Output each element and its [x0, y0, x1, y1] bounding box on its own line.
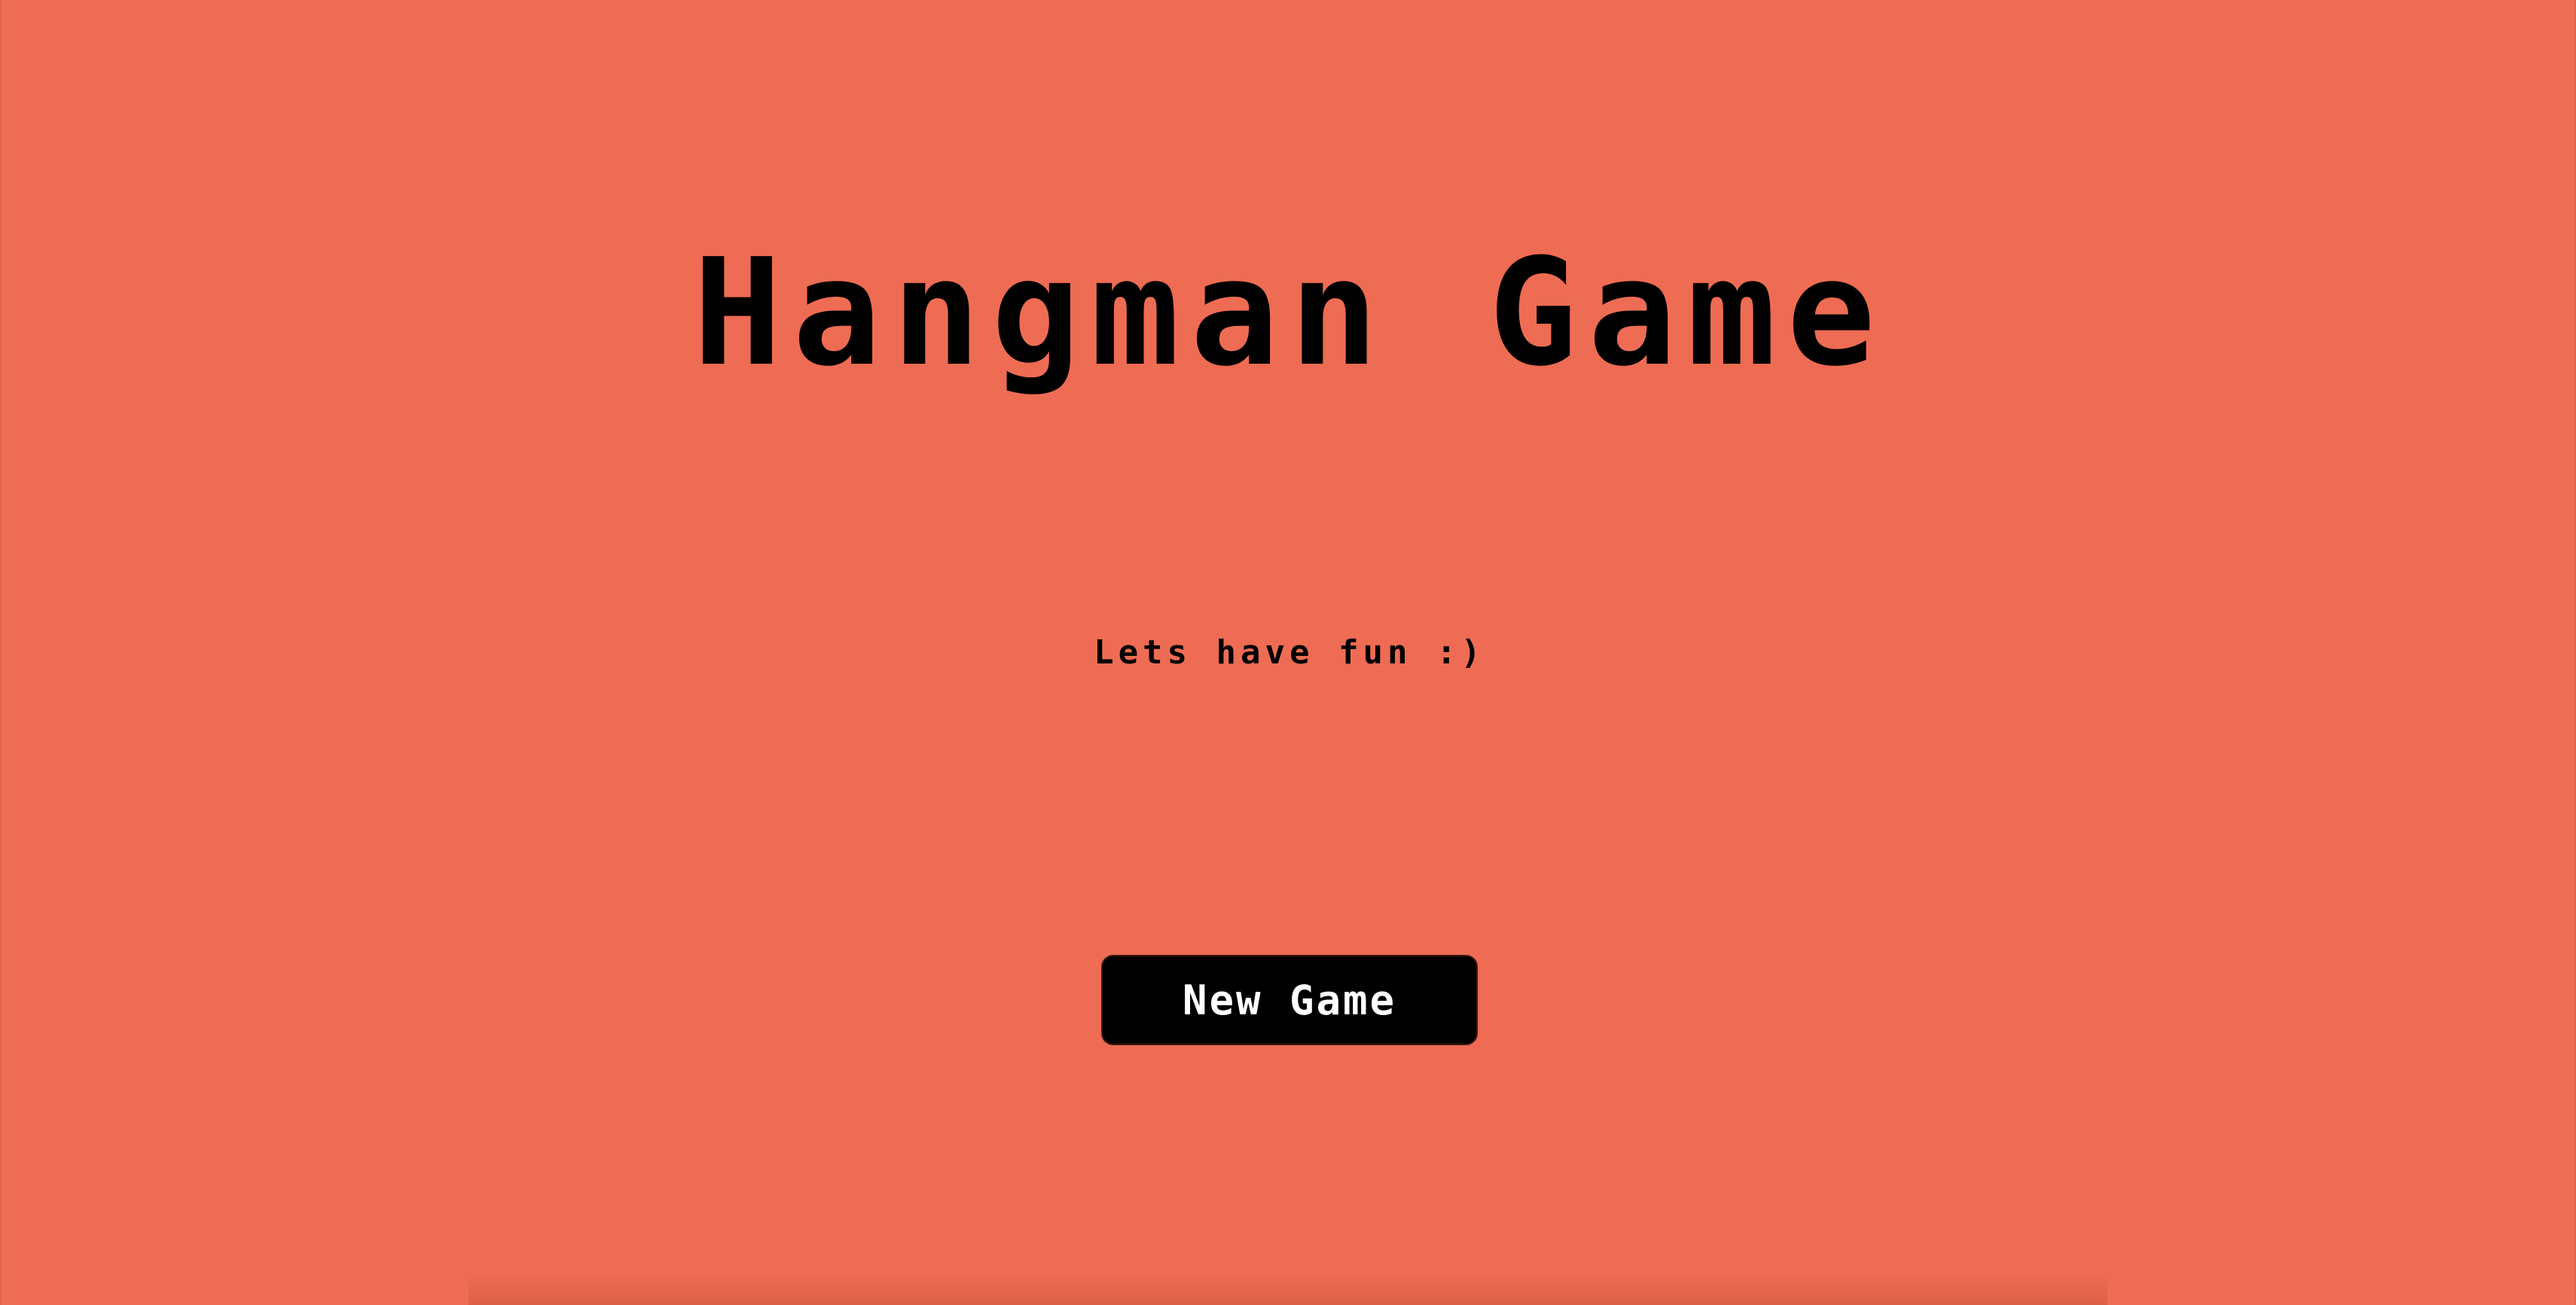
new-game-button[interactable]: New Game	[1101, 955, 1478, 1045]
game-screen: Hangman Game Lets have fun :) New Game	[0, 0, 2576, 1305]
subtitle-text: Lets have fun :)	[1094, 633, 1485, 672]
page-title: Hangman Game	[692, 227, 1887, 399]
bottom-shadow	[469, 1275, 2107, 1305]
